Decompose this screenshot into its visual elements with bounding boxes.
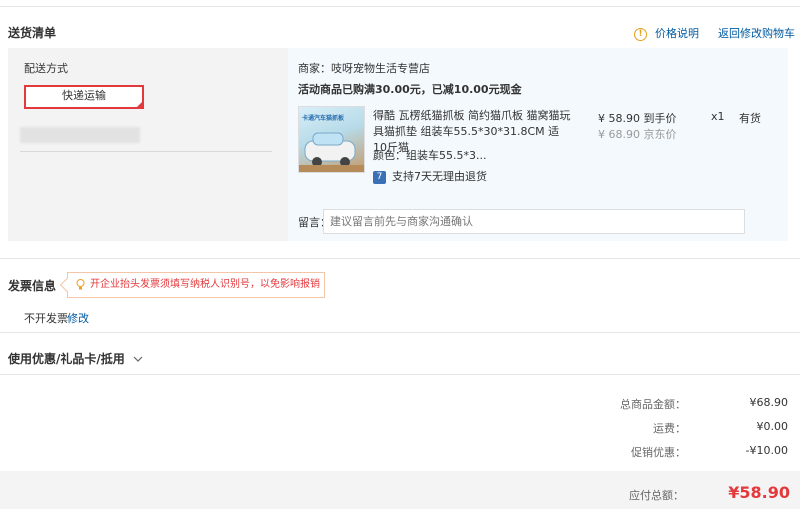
delivery-option-express[interactable]: 快递运输 ✓ [24, 85, 144, 109]
product-jd-price: ¥ 68.90 京东价 [598, 128, 677, 141]
summary-value-promo: -¥10.00 [745, 444, 788, 457]
invoice-edit-link[interactable]: 修改 [67, 310, 89, 326]
tip-arrow [59, 277, 75, 293]
section-divider-1 [0, 258, 800, 259]
section-title-invoice: 发票信息 [8, 279, 57, 293]
total-amount: ¥58.90 [728, 483, 790, 502]
blurred-address [20, 127, 140, 143]
return-policy-icon: 7 [373, 170, 386, 184]
delivery-divider [20, 151, 272, 152]
chevron-down-icon [133, 356, 143, 362]
total-label: 应付总额： [629, 489, 684, 502]
lightbulb-icon [76, 279, 85, 290]
price-info-label[interactable]: 价格说明 [655, 27, 699, 40]
return-policy: 7 支持7天无理由退货 [373, 168, 487, 184]
product-price: ¥ 58.90 到手价 [598, 112, 677, 125]
top-divider [0, 6, 800, 7]
summary-label-goods: 总商品金额： [620, 398, 686, 411]
delivery-option-label: 快递运输 [62, 89, 106, 102]
car-icon [299, 132, 364, 172]
section-title-delivery-list: 送货清单 [8, 26, 57, 40]
store-name: 商家：吱呀宠物生活专营店 [298, 62, 430, 75]
product-quantity: x1 [711, 110, 725, 123]
summary-value-shipping: ¥0.00 [756, 420, 789, 433]
check-icon: ✓ [136, 100, 142, 108]
return-policy-label: 支持7天无理由退货 [392, 170, 487, 183]
delivery-method-label: 配送方式 [24, 62, 68, 75]
invoice-tip: 开企业抬头发票须填写纳税人识别号，以免影响报销 [59, 272, 325, 298]
section-divider-2 [0, 332, 800, 333]
summary-value-goods: ¥68.90 [749, 396, 789, 409]
delivery-panel [8, 48, 288, 241]
back-to-cart-link[interactable]: 返回修改购物车 [718, 25, 795, 41]
promo-text: 活动商品已购满30.00元，已减10.00元现金 [298, 83, 522, 96]
summary-label-shipping: 运费： [653, 422, 686, 435]
summary-label-promo: 促销优惠： [631, 446, 686, 459]
product-stock: 有货 [739, 112, 761, 125]
invoice-tip-text: 开企业抬头发票须填写纳税人识别号，以免影响报销 [90, 279, 320, 290]
coupon-title: 使用优惠/礼品卡/抵用 [8, 352, 125, 366]
message-input[interactable] [323, 209, 745, 234]
invoice-value: 不开发票 [24, 312, 68, 325]
product-image[interactable]: 卡通汽车猫抓板 [298, 106, 365, 173]
product-color: 颜色：组装车55.5*3... [373, 149, 487, 162]
info-icon: ! [634, 27, 647, 41]
coupon-toggle[interactable]: 使用优惠/礼品卡/抵用 [8, 350, 143, 367]
price-info-link[interactable]: ! 价格说明 [634, 25, 699, 41]
section-divider-3 [0, 374, 800, 375]
